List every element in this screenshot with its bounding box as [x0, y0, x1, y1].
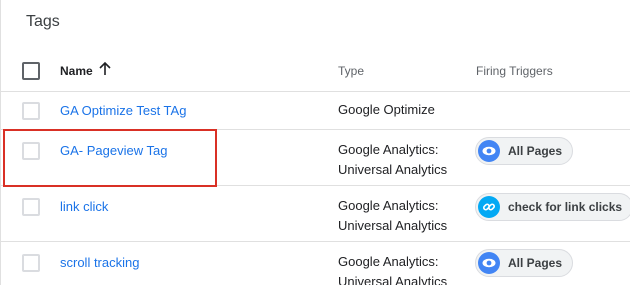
page-title: Tags	[26, 13, 60, 30]
trigger-chip-link-clicks[interactable]: check for link clicks	[475, 193, 630, 221]
tag-type-line1: Google Analytics:	[338, 142, 439, 157]
tag-name-link[interactable]: scroll tracking	[60, 255, 139, 270]
tag-name-link[interactable]: GA- Pageview Tag	[60, 143, 167, 158]
tag-type-line1: Google Analytics:	[338, 198, 439, 213]
table-header: Name Type Firing Triggers	[1, 48, 630, 92]
column-header-firing-triggers: Firing Triggers	[476, 64, 553, 78]
trigger-chip-all-pages[interactable]: All Pages	[475, 137, 574, 165]
trigger-label: All Pages	[508, 256, 563, 270]
tag-type-line2: Universal Analytics	[338, 162, 448, 177]
table-row: link click Google Analytics: Universal A…	[1, 186, 630, 242]
select-all-checkbox[interactable]	[22, 62, 40, 80]
row-checkbox[interactable]	[22, 254, 40, 272]
trigger-label: All Pages	[508, 144, 563, 158]
table-row: scroll tracking Google Analytics: Univer…	[1, 242, 630, 285]
row-checkbox[interactable]	[22, 102, 40, 120]
tag-name-link[interactable]: link click	[60, 199, 108, 214]
column-header-type: Type	[338, 64, 365, 78]
tag-type-line2: Universal Analytics	[338, 274, 448, 285]
eye-icon	[478, 140, 500, 162]
row-checkbox[interactable]	[22, 142, 40, 160]
trigger-label: check for link clicks	[508, 200, 623, 214]
column-header-name[interactable]: Name	[60, 64, 93, 78]
row-checkbox[interactable]	[22, 198, 40, 216]
table-row: GA Optimize Test TAg Google Optimize	[1, 92, 630, 130]
tags-panel: Tags Name Type Firing Triggers GA Optimi…	[0, 0, 630, 285]
tag-type: Google Optimize	[338, 102, 435, 117]
link-icon	[478, 196, 500, 218]
trigger-chip-all-pages[interactable]: All Pages	[475, 249, 574, 277]
eye-icon	[478, 252, 500, 274]
table-row: GA- Pageview Tag Google Analytics: Unive…	[1, 130, 630, 186]
sort-ascending-icon[interactable]	[98, 61, 112, 77]
tag-name-link[interactable]: GA Optimize Test TAg	[60, 103, 186, 118]
tag-type-line2: Universal Analytics	[338, 218, 448, 233]
tag-type-line1: Google Analytics:	[338, 254, 439, 269]
